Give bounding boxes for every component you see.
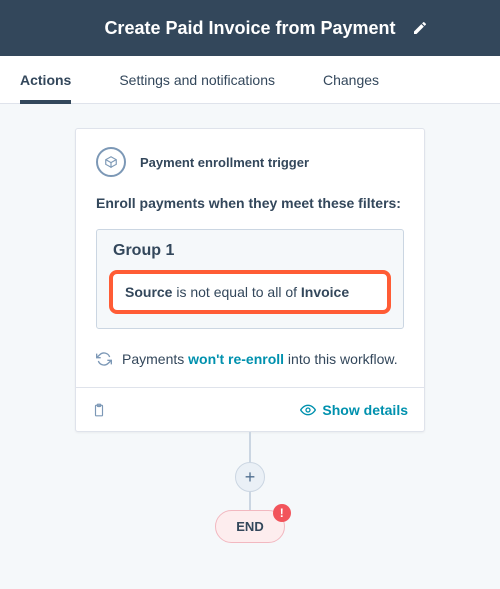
eye-icon bbox=[300, 402, 316, 418]
trigger-header-row: Payment enrollment trigger bbox=[96, 147, 404, 177]
trigger-card-body: Payment enrollment trigger Enroll paymen… bbox=[76, 129, 424, 387]
reenroll-link[interactable]: won't re-enroll bbox=[188, 351, 284, 367]
filter-field: Source bbox=[125, 284, 172, 300]
trigger-card[interactable]: Payment enrollment trigger Enroll paymen… bbox=[75, 128, 425, 432]
tab-changes[interactable]: Changes bbox=[323, 56, 379, 103]
filter-group: Group 1 Source is not equal to all of In… bbox=[96, 229, 404, 329]
reenroll-row: Payments won't re-enroll into this workf… bbox=[96, 351, 404, 367]
clipboard-icon[interactable] bbox=[92, 402, 106, 418]
page-title: Create Paid Invoice from Payment bbox=[104, 18, 395, 39]
trigger-card-footer: Show details bbox=[76, 387, 424, 431]
trigger-label: Payment enrollment trigger bbox=[140, 155, 309, 170]
header-bar: Create Paid Invoice from Payment bbox=[0, 0, 500, 56]
group-title: Group 1 bbox=[109, 242, 391, 260]
show-details-button[interactable]: Show details bbox=[300, 402, 408, 418]
pencil-icon bbox=[412, 20, 428, 36]
tab-settings[interactable]: Settings and notifications bbox=[119, 56, 275, 103]
reenroll-text: Payments won't re-enroll into this workf… bbox=[122, 351, 398, 367]
tabs-bar: Actions Settings and notifications Chang… bbox=[0, 56, 500, 104]
edit-title-button[interactable] bbox=[412, 20, 428, 36]
connector-line bbox=[249, 492, 251, 510]
enroll-heading: Enroll payments when they meet these fil… bbox=[96, 193, 404, 213]
package-icon bbox=[96, 147, 126, 177]
end-node[interactable]: END ! bbox=[215, 510, 284, 543]
alert-badge-icon: ! bbox=[273, 504, 291, 522]
connector-line bbox=[249, 432, 251, 462]
filter-chip[interactable]: Source is not equal to all of Invoice bbox=[109, 270, 391, 314]
workflow-canvas: Payment enrollment trigger Enroll paymen… bbox=[0, 104, 500, 543]
refresh-icon bbox=[96, 351, 112, 367]
tab-actions[interactable]: Actions bbox=[20, 56, 71, 103]
filter-value: Invoice bbox=[301, 284, 349, 300]
add-action-button[interactable]: + bbox=[235, 462, 265, 492]
